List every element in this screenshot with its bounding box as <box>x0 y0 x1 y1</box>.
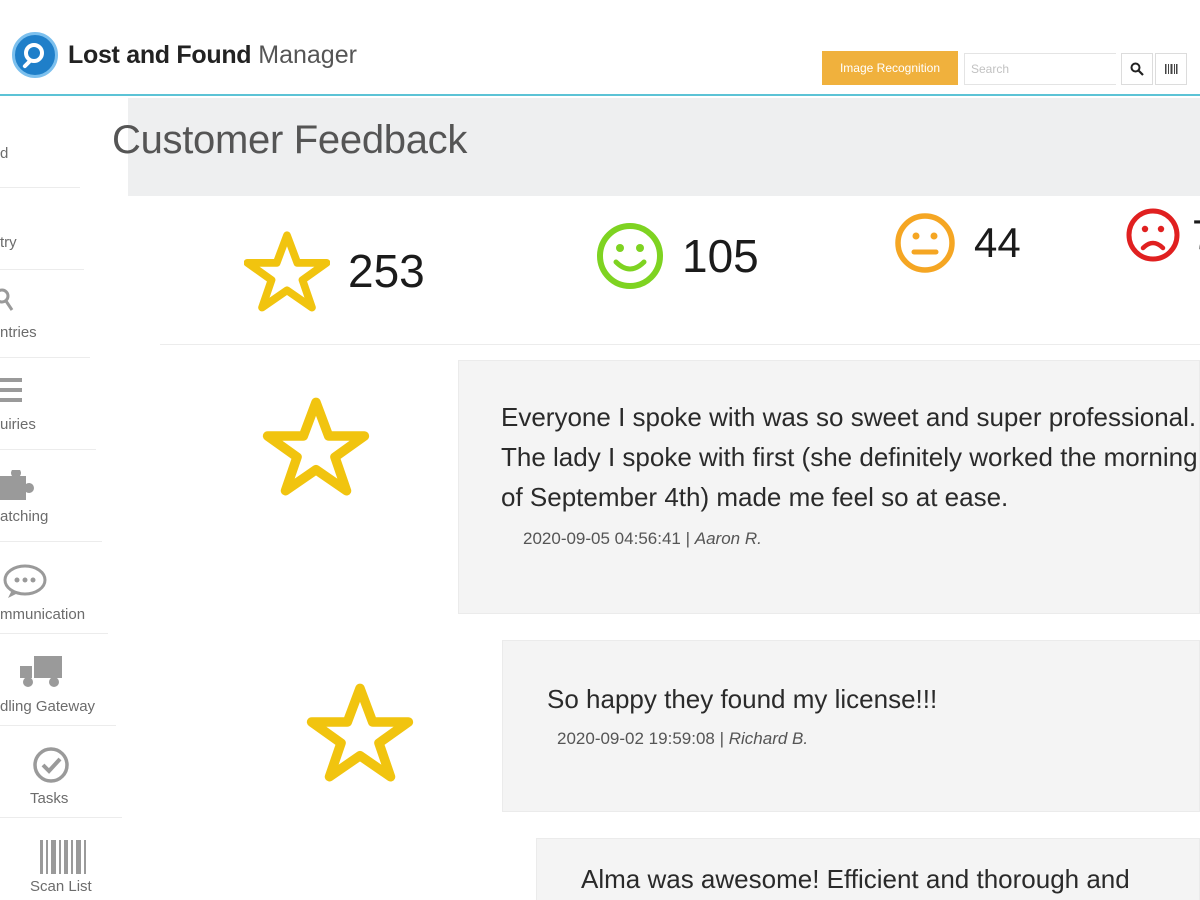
happy-face-icon <box>597 223 663 289</box>
sidebar-item-communication[interactable]: mmunication <box>0 544 108 634</box>
stat-neutral-count: 44 <box>974 219 1021 266</box>
sidebar-item-dashboard[interactable]: d <box>0 98 80 188</box>
brand-subtitle: Manager <box>258 40 357 69</box>
barcode-icon <box>40 840 86 874</box>
sidebar-item-inquiries[interactable]: uiries <box>0 360 96 450</box>
star-icon <box>244 231 330 312</box>
feedback-card[interactable]: Alma was awesome! Efficient and thorough… <box>536 838 1200 900</box>
stat-star-count: 253 <box>348 245 425 297</box>
stat-happy[interactable]: 105 <box>596 222 759 290</box>
puzzle-icon <box>0 470 34 500</box>
feedback-meta: 2020-09-05 04:56:41 | Aaron R. <box>523 529 762 549</box>
sidebar-item-entry[interactable]: try <box>0 180 84 270</box>
top-header: Lost and Found Manager Image Recognition <box>0 0 1200 96</box>
sidebar-item-label: try <box>0 234 17 251</box>
sidebar-item-label: Tasks <box>30 790 69 807</box>
feedback-card[interactable]: So happy they found my license!!! 2020-0… <box>502 640 1200 812</box>
feedback-text: So happy they found my license!!! <box>547 684 938 714</box>
sidebar-item-label: uiries <box>0 416 36 433</box>
search-entries-icon <box>0 288 14 311</box>
stat-star-rating[interactable]: 253 <box>244 230 425 312</box>
stat-neutral[interactable]: 44 <box>894 212 1021 274</box>
sidebar-item-label: Scan List <box>30 878 92 895</box>
image-recognition-button[interactable]: Image Recognition <box>822 51 958 85</box>
neutral-face-icon <box>895 213 955 273</box>
search-button[interactable] <box>1121 53 1153 85</box>
stat-sad-count: 7 <box>1192 211 1200 259</box>
sidebar-item-matching[interactable]: atching <box>0 452 102 542</box>
sidebar-item-label: dling Gateway <box>0 698 96 715</box>
sidebar-item-label: mmunication <box>0 606 86 623</box>
list-icon <box>0 378 22 402</box>
brand-name: Lost and Found <box>68 40 252 69</box>
feedback-text: Everyone I spoke with was so sweet and s… <box>501 402 1198 512</box>
barcode-scan-button[interactable] <box>1155 53 1187 85</box>
sidebar-item-scan-list[interactable]: Scan List <box>0 820 128 900</box>
truck-icon <box>20 656 62 687</box>
stat-happy-count: 105 <box>682 230 759 282</box>
page-title: Customer Feedback <box>112 118 468 162</box>
feedback-meta: 2020-09-02 19:59:08 | Richard B. <box>557 729 808 749</box>
sidebar-item-entries[interactable]: ntries <box>0 268 90 358</box>
chat-icon <box>3 564 47 598</box>
feedback-timestamp: 2020-09-02 19:59:08 | <box>557 729 724 748</box>
sidebar-item-label: d <box>0 145 9 162</box>
sad-face-icon <box>1126 208 1180 262</box>
stats-divider <box>160 344 1200 345</box>
feedback-author: Aaron R. <box>694 529 762 548</box>
sidebar: d try ntries uiries atching mmunication … <box>0 98 128 900</box>
check-circle-icon <box>33 747 69 783</box>
search-icon <box>1130 62 1144 76</box>
feedback-author: Richard B. <box>728 729 809 748</box>
feedback-star-icon <box>262 397 370 496</box>
brand[interactable]: Lost and Found Manager <box>12 32 357 78</box>
feedback-star-icon <box>306 683 414 782</box>
sidebar-item-label: ntries <box>0 324 37 341</box>
stat-sad[interactable]: 7 <box>1126 206 1200 264</box>
sidebar-item-tasks[interactable]: Tasks <box>0 728 124 818</box>
feedback-text: Alma was awesome! Efficient and thorough… <box>581 864 1130 894</box>
sidebar-item-label: atching <box>0 508 49 525</box>
feedback-card[interactable]: Everyone I spoke with was so sweet and s… <box>458 360 1200 614</box>
search-input[interactable] <box>964 53 1116 85</box>
feedback-timestamp: 2020-09-05 04:56:41 | <box>523 529 690 548</box>
sidebar-item-handling-gateway[interactable]: dling Gateway <box>0 636 116 726</box>
barcode-icon <box>1165 64 1178 74</box>
magnifier-logo-icon <box>12 32 58 78</box>
